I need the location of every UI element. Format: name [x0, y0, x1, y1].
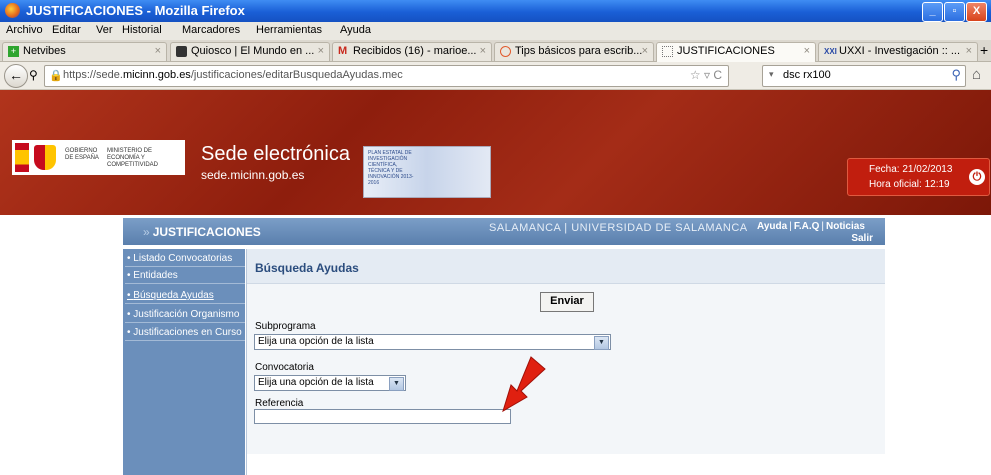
- navigation-bar: ← ⚲ 🔒 https://sede.micinn.gob.es/justifi…: [0, 62, 991, 90]
- date-box: Fecha: 21/02/2013 Hora oficial: 12:19 ⏻: [847, 158, 990, 196]
- close-icon[interactable]: ×: [642, 43, 648, 60]
- gobierno-text: GOBIERNO DE ESPAÑA: [65, 148, 99, 161]
- tab-label: Netvibes: [23, 45, 66, 57]
- menu-herramientas[interactable]: Herramientas: [256, 24, 322, 36]
- spain-flag-icon: [15, 143, 29, 172]
- search-icon[interactable]: ⚲: [951, 67, 961, 83]
- window-title: JUSTIFICACIONES - Mozilla Firefox: [26, 3, 245, 18]
- chevron-down-icon[interactable]: ▼: [389, 377, 404, 391]
- menu-ayuda[interactable]: Ayuda: [340, 24, 371, 36]
- tips-icon: [500, 46, 511, 57]
- close-icon[interactable]: ×: [966, 43, 972, 60]
- search-engine-icon[interactable]: ▾: [769, 69, 774, 80]
- tab-gmail[interactable]: M Recibidos (16) - marioe... ×: [332, 42, 492, 61]
- tab-uxxi[interactable]: XXI UXXI - Investigación :: ... ×: [818, 42, 978, 61]
- site-header: GOBIERNO DE ESPAÑA MINISTERIO DE ECONOMÍ…: [0, 90, 991, 215]
- subprograma-label: Subprograma: [255, 321, 316, 332]
- close-icon[interactable]: ×: [318, 43, 324, 60]
- subprograma-value: Elija una opción de la lista: [258, 336, 374, 347]
- fecha-text: Fecha: 21/02/2013: [869, 164, 953, 175]
- tab-label: Recibidos (16) - marioe...: [353, 45, 477, 57]
- close-icon[interactable]: ×: [804, 43, 810, 60]
- url-text: https://sede.micinn.gob.es/justificacion…: [63, 69, 403, 81]
- salir-link[interactable]: Salir: [851, 233, 873, 244]
- site-subtitle[interactable]: sede.micinn.gob.es: [201, 168, 304, 182]
- sidebar-item-busqueda-ayudas[interactable]: • Búsqueda Ayudas: [125, 289, 245, 304]
- menu-bar: Archivo Editar Ver Historial Marcadores …: [0, 22, 991, 41]
- header-links: Ayuda | F.A.Q | Noticias: [757, 221, 865, 232]
- back-arrow-icon: ←: [9, 67, 23, 83]
- sidebar-item-justificacion-organismo[interactable]: • Justificación Organismo: [125, 308, 245, 323]
- referencia-label: Referencia: [255, 398, 304, 409]
- organization-text: SALAMANCA | UNIVERSIDAD DE SALAMANCA: [489, 222, 748, 234]
- lock-icon: 🔒: [49, 70, 63, 82]
- referencia-input[interactable]: [254, 409, 511, 424]
- menu-historial[interactable]: Historial: [122, 24, 162, 36]
- app-header: » JUSTIFICACIONES SALAMANCA | UNIVERSIDAD…: [123, 218, 885, 245]
- quiosco-icon: [176, 46, 187, 57]
- tab-label: JUSTIFICACIONES: [677, 45, 775, 57]
- subprograma-select[interactable]: Elija una opción de la lista ▼: [254, 334, 611, 350]
- hora-text: Hora oficial: 12:19: [869, 179, 950, 190]
- tab-tips[interactable]: Tips básicos para escrib... ×: [494, 42, 654, 61]
- convocatoria-label: Convocatoria: [255, 362, 314, 373]
- tab-quiosco[interactable]: Quiosco | El Mundo en ... ×: [170, 42, 330, 61]
- menu-ver[interactable]: Ver: [96, 24, 113, 36]
- ministerio-text: MINISTERIO DE ECONOMÍA Y COMPETITIVIDAD: [107, 148, 159, 168]
- minimize-button[interactable]: _: [922, 2, 943, 22]
- home-icon[interactable]: ⌂: [972, 66, 981, 83]
- site-title[interactable]: Sede electrónica: [201, 143, 350, 166]
- tab-label: Quiosco | El Mundo en ...: [191, 45, 315, 57]
- coat-of-arms-icon: [34, 145, 56, 170]
- power-icon[interactable]: ⏻: [969, 169, 985, 185]
- tab-justificaciones[interactable]: JUSTIFICACIONES ×: [656, 42, 816, 62]
- blank-page-icon: [662, 46, 673, 57]
- netvibes-icon: +: [8, 46, 19, 57]
- tab-label: Tips básicos para escrib...: [515, 45, 643, 57]
- search-query: dsc rx100: [783, 69, 831, 81]
- window-title-bar: JUSTIFICACIONES - Mozilla Firefox _ ▫ X: [0, 0, 991, 22]
- tab-bar: + Netvibes × Quiosco | El Mundo en ... ×…: [0, 40, 991, 62]
- convocatoria-select[interactable]: Elija una opción de la lista ▼: [254, 375, 406, 391]
- chevron-down-icon[interactable]: ▼: [594, 336, 609, 350]
- sidebar-item-justificaciones-en-curso[interactable]: • Justificaciones en Curso: [125, 326, 245, 341]
- maximize-button[interactable]: ▫: [944, 2, 965, 22]
- red-arrow-annotation: [502, 356, 546, 413]
- reload-icon[interactable]: ☆ ▿ C: [690, 68, 722, 82]
- app-title: » JUSTIFICACIONES: [143, 225, 261, 239]
- identity-icon[interactable]: ⚲: [29, 68, 38, 82]
- enviar-button[interactable]: Enviar: [540, 292, 594, 312]
- main-title-bar: Búsqueda Ayudas: [247, 249, 885, 284]
- close-button[interactable]: X: [966, 2, 987, 22]
- noticias-link[interactable]: Noticias: [826, 221, 865, 232]
- menu-marcadores[interactable]: Marcadores: [182, 24, 240, 36]
- sidebar: • Listado Convocatorias • Entidades • Bú…: [123, 249, 245, 475]
- tab-netvibes[interactable]: + Netvibes ×: [2, 42, 167, 61]
- tab-label: UXXI - Investigación :: ...: [839, 45, 961, 57]
- sidebar-item-entidades[interactable]: • Entidades: [125, 269, 245, 284]
- uxxi-icon: XXI: [824, 47, 837, 56]
- menu-editar[interactable]: Editar: [52, 24, 81, 36]
- search-form: Enviar Subprograma Elija una opción de l…: [247, 284, 885, 454]
- close-icon[interactable]: ×: [155, 43, 161, 60]
- government-logo: GOBIERNO DE ESPAÑA MINISTERIO DE ECONOMÍ…: [12, 140, 185, 175]
- url-bar[interactable]: 🔒 https://sede.micinn.gob.es/justificaci…: [44, 65, 729, 87]
- search-input[interactable]: ▾ dsc rx100 ⚲: [762, 65, 966, 87]
- back-button[interactable]: ←: [4, 64, 28, 88]
- firefox-icon: [5, 3, 20, 18]
- ayuda-link[interactable]: Ayuda: [757, 221, 787, 232]
- convocatoria-value: Elija una opción de la lista: [258, 377, 374, 388]
- menu-archivo[interactable]: Archivo: [6, 24, 43, 36]
- double-chevron-icon: »: [143, 225, 150, 239]
- new-tab-button[interactable]: +: [980, 42, 988, 58]
- close-icon[interactable]: ×: [480, 43, 486, 60]
- plan-estatal-banner[interactable]: PLAN ESTATAL DE INVESTIGACIÓN CIENTÍFICA…: [363, 146, 491, 198]
- faq-link[interactable]: F.A.Q: [794, 221, 820, 232]
- sidebar-item-listado-convocatorias[interactable]: • Listado Convocatorias: [125, 252, 245, 267]
- page-title: Búsqueda Ayudas: [255, 261, 359, 275]
- main-content: Búsqueda Ayudas Enviar Subprograma Elija…: [246, 249, 885, 475]
- plan-estatal-text: PLAN ESTATAL DE INVESTIGACIÓN CIENTÍFICA…: [368, 150, 414, 186]
- gmail-icon: M: [338, 45, 348, 57]
